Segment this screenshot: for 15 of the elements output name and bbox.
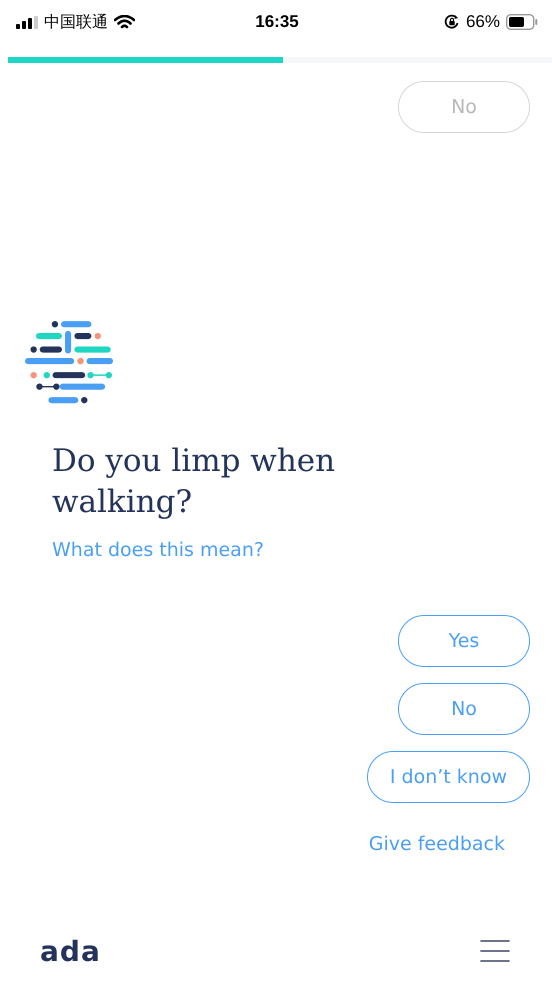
- answer-button[interactable]: I don’t know: [366, 751, 530, 803]
- feedback-link[interactable]: Give feedback: [368, 833, 505, 855]
- clock-time: 16:35: [255, 12, 299, 32]
- battery-icon: [506, 14, 538, 30]
- answer-button[interactable]: No: [398, 683, 530, 735]
- menu-icon[interactable]: [480, 939, 510, 963]
- answer-button[interactable]: Yes: [398, 615, 530, 667]
- question-text: Do you limp when walking?: [52, 442, 336, 522]
- wifi-icon: [114, 14, 135, 30]
- ada-logo: ada: [40, 934, 101, 968]
- signal-icon: [16, 16, 38, 28]
- help-link[interactable]: What does this mean?: [52, 539, 264, 561]
- battery-percentage: 66%: [466, 12, 500, 32]
- carrier-name: 中国联通: [44, 12, 108, 32]
- rotation-lock-icon: [444, 14, 460, 30]
